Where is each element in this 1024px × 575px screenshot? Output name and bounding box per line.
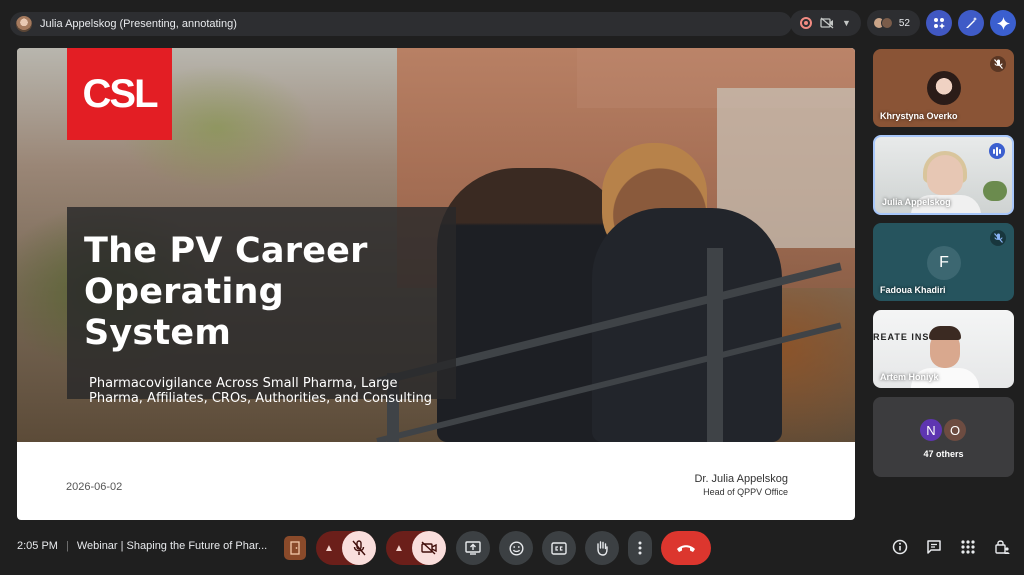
recording-icon[interactable] [799,17,812,29]
recording-controls[interactable]: ▼ [789,10,861,36]
slide-subtitle: Pharmacovigilance Across Small Pharma, L… [89,376,433,406]
title-box: The PV Career Operating System Pharmacov… [67,207,456,406]
more-options-button[interactable] [628,531,652,565]
participant-avatar: F [927,246,961,280]
host-controls-button[interactable] [994,539,1010,555]
more-vert-icon [638,541,642,555]
pencil-sparkle-icon [966,17,977,28]
avatar: N [918,417,944,443]
avatar: O [942,417,968,443]
csl-logo: CSL [67,48,172,140]
logo-text: CSL [82,71,159,116]
mic-off-icon [990,56,1006,72]
info-icon [892,539,908,555]
people-count: 52 [898,17,910,29]
others-count: 47 others [923,449,964,459]
meeting-info: 2:05 PM | Webinar | Shaping the Future o… [17,540,277,552]
slide-title: The PV Career Operating System [84,231,368,353]
sparkle-icon [996,16,1010,30]
slide-date: 2026-06-02 [66,481,123,493]
author-name: Dr. Julia Appelskog [694,473,788,485]
others-avatars: N O [918,417,968,443]
hand-icon [597,541,608,556]
others-tile[interactable]: N O 47 others [873,397,1014,477]
chat-button[interactable] [926,539,942,555]
take-notes-button[interactable] [958,10,984,36]
side-panel-controls [892,539,1010,555]
participant-name: Julia Appelskog [882,197,951,207]
author-role: Head of QPPV Office [703,487,788,497]
call-controls: ▲ ▲ [284,531,711,565]
present-icon [465,541,481,555]
participant-tile[interactable]: Khrystyna Overko [873,49,1014,127]
speaking-indicator-icon [989,143,1005,159]
participant-avatar [927,71,961,105]
people-avatars [872,17,893,29]
people-button[interactable]: 52 [866,10,920,36]
lock-person-icon [995,540,1010,554]
door-icon [290,541,300,555]
presenter-banner[interactable]: Julia Appelskog (Presenting, annotating) [10,12,792,36]
leave-call-button[interactable] [661,531,711,565]
presenter-avatar [16,16,32,32]
clock: 2:05 PM [17,540,58,552]
top-right-controls: ▼ 52 [789,10,1016,36]
apps-button[interactable] [926,10,952,36]
mic-toggle-button[interactable] [342,531,376,565]
presentation-slide: CSL The PV Career Operating System Pharm… [17,48,855,520]
chevron-down-icon[interactable]: ▼ [842,18,851,28]
present-screen-button[interactable] [456,531,490,565]
mic-off-icon [990,230,1006,246]
emoji-icon [508,540,524,556]
reactions-button[interactable] [499,531,533,565]
captions-button[interactable] [542,531,576,565]
grid-icon [961,540,975,554]
end-call-icon [677,544,695,552]
camera-off-icon[interactable] [820,17,834,29]
mic-off-icon [352,540,366,556]
chat-icon [927,540,941,554]
participant-name: Artem Honiyk [880,372,939,382]
separator: | [65,540,69,552]
meeting-title[interactable]: Webinar | Shaping the Future of Phar... [77,540,277,552]
meet-window: Julia Appelskog (Presenting, annotating)… [0,0,1024,575]
leave-companion-button[interactable] [284,536,306,560]
participant-tile[interactable]: F Fadoua Khadiri [873,223,1014,301]
slide-author: Dr. Julia Appelskog Head of QPPV Office [694,473,788,497]
camera-off-icon [421,541,437,555]
gemini-button[interactable] [990,10,1016,36]
camera-toggle-button[interactable] [412,531,446,565]
mic-control: ▲ [316,531,376,565]
mic-options-chevron-icon[interactable]: ▲ [316,531,342,565]
participant-name: Fadoua Khadiri [880,285,946,295]
activities-button[interactable] [960,539,976,555]
apps-icon [934,18,945,29]
meeting-details-button[interactable] [892,539,908,555]
background-wall-text: REATE INS [873,332,930,342]
camera-options-chevron-icon[interactable]: ▲ [386,531,412,565]
raise-hand-button[interactable] [585,531,619,565]
participant-tile-active-speaker[interactable]: Julia Appelskog [873,135,1014,215]
participant-name: Khrystyna Overko [880,111,958,121]
camera-control: ▲ [386,531,446,565]
participant-tile[interactable]: REATE INS Artem Honiyk [873,310,1014,388]
captions-icon [551,541,567,555]
presenter-label: Julia Appelskog (Presenting, annotating) [40,18,237,30]
